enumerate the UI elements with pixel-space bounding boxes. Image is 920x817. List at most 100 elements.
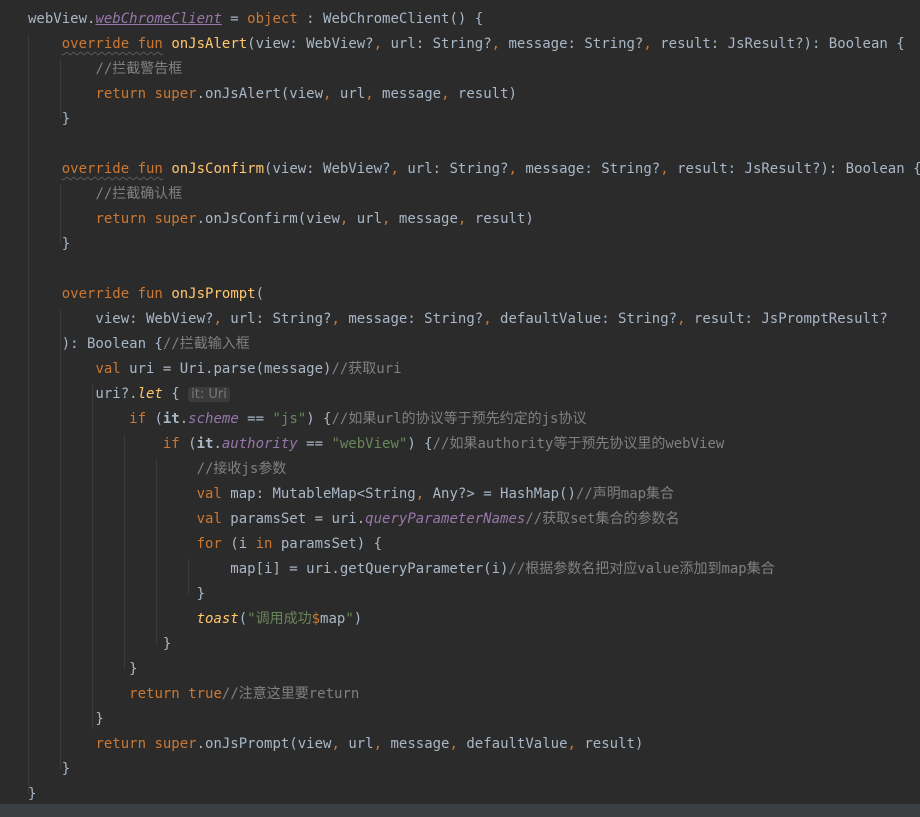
code-token: onJsConfirm — [171, 161, 265, 177]
code-token: message: String? — [500, 36, 644, 52]
code-token: uri?. — [28, 386, 138, 402]
code-line[interactable]: val paramsSet = uri.queryParameterNames/… — [28, 509, 680, 534]
code-token: , — [567, 736, 576, 752]
code-token: //根据参数名把对应value添加到map集合 — [508, 561, 775, 577]
code-token: (view: WebView? — [247, 36, 374, 52]
code-token: "webView" — [331, 436, 408, 452]
code-line[interactable]: //拦截确认框 — [28, 184, 182, 209]
code-token: override fun — [61, 161, 163, 177]
code-line[interactable]: } — [28, 759, 70, 784]
code-token: , — [415, 486, 425, 502]
code-token: return true — [129, 686, 222, 702]
code-line[interactable]: } — [28, 634, 171, 659]
code-line[interactable]: if (it.scheme == "js") {//如果url的协议等于预先约定… — [28, 409, 587, 434]
code-line[interactable]: //拦截警告框 — [28, 59, 182, 84]
code-line[interactable]: //接收js参数 — [28, 459, 287, 484]
code-token: //声明map集合 — [575, 486, 675, 502]
code-editor[interactable]: webView.webChromeClient = object : WebCh… — [0, 0, 920, 817]
code-line[interactable]: return super.onJsPrompt(view, url, messa… — [28, 734, 643, 759]
code-line[interactable]: if (it.authority == "webView") {//如果auth… — [28, 434, 724, 459]
code-line[interactable]: view: WebView?, url: String?, message: S… — [28, 309, 887, 334]
code-token: , — [677, 311, 686, 327]
code-token: .onJsPrompt(view — [196, 736, 332, 752]
code-line[interactable]: toast("调用成功$map") — [28, 609, 363, 634]
code-line[interactable]: return super.onJsConfirm(view, url, mess… — [28, 209, 533, 234]
code-token: //获取uri — [331, 361, 402, 377]
code-line[interactable]: } — [28, 234, 70, 259]
code-token: , — [365, 86, 374, 102]
code-token: authority — [221, 436, 298, 452]
code-token: ) — [353, 611, 363, 627]
code-token: } — [28, 661, 138, 677]
code-line[interactable]: val uri = Uri.parse(message)//获取uri — [28, 359, 402, 384]
code-token: defaultValue: String? — [491, 311, 678, 327]
code-token: uri = Uri.parse(message) — [120, 361, 332, 377]
code-line[interactable]: } — [28, 584, 205, 609]
code-token: url — [348, 211, 383, 227]
code-line[interactable]: ): Boolean {//拦截输入框 — [28, 334, 250, 359]
code-token: object — [247, 11, 298, 27]
code-token: , — [373, 36, 383, 52]
code-token: scheme — [188, 411, 239, 427]
code-token: return super — [95, 86, 197, 102]
code-token: = — [221, 11, 248, 27]
code-token: . — [179, 411, 189, 427]
code-token: , — [213, 311, 222, 327]
code-line[interactable]: webView.webChromeClient = object : WebCh… — [28, 9, 483, 34]
code-token: , — [491, 36, 501, 52]
code-line[interactable]: override fun onJsPrompt( — [28, 284, 264, 309]
code-token: , — [331, 736, 340, 752]
code-token: message: String? — [339, 311, 484, 327]
code-token: result) — [575, 736, 644, 752]
code-token: message — [382, 736, 450, 752]
code-line[interactable]: return true//注意这里要return — [28, 684, 359, 709]
code-line[interactable]: } — [28, 709, 103, 734]
code-line[interactable]: uri?.let { it: Uri — [28, 384, 230, 409]
code-line[interactable]: return super.onJsAlert(view, url, messag… — [28, 84, 517, 109]
code-token: queryParameterNames — [365, 511, 526, 527]
code-line[interactable]: override fun onJsConfirm(view: WebView?,… — [28, 159, 920, 184]
code-token: val — [196, 511, 222, 527]
code-token: (i — [221, 536, 256, 552]
code-token: , — [449, 736, 458, 752]
code-token: == — [297, 436, 332, 452]
code-token: //拦截输入框 — [162, 336, 250, 352]
code-token: //如果url的协议等于预先约定的js协议 — [331, 411, 587, 427]
code-line[interactable]: } — [28, 109, 70, 134]
code-line[interactable]: override fun onJsAlert(view: WebView?, u… — [28, 34, 905, 59]
code-token: ) { — [306, 411, 332, 427]
code-token: , — [390, 161, 399, 177]
code-token: " — [345, 611, 354, 627]
code-token: , — [660, 161, 669, 177]
code-token: , — [508, 161, 517, 177]
code-token: override fun — [61, 286, 163, 302]
code-token: , — [643, 36, 652, 52]
code-token: onJsPrompt — [171, 286, 256, 302]
code-token: { — [162, 386, 189, 402]
type-hint: it: Uri — [188, 387, 230, 402]
code-token: url: String? — [382, 36, 492, 52]
code-token: ) { — [407, 436, 433, 452]
code-token: val — [95, 361, 121, 377]
code-line[interactable]: for (i in paramsSet) { — [28, 534, 382, 559]
code-line[interactable]: } — [28, 659, 138, 684]
code-token: view: WebView? — [28, 311, 214, 327]
code-token: . — [213, 436, 222, 452]
horizontal-scrollbar[interactable] — [0, 804, 920, 817]
code-token: onJsAlert — [171, 36, 248, 52]
code-token: .onJsConfirm(view — [196, 211, 340, 227]
code-token: ( — [179, 436, 197, 452]
code-line[interactable]: val map: MutableMap<String, Any?> = Hash… — [28, 484, 674, 509]
code-token: if — [129, 411, 147, 427]
code-token: } — [28, 636, 172, 652]
code-token: paramsSet) { — [272, 536, 383, 552]
code-token: (view: WebView? — [264, 161, 391, 177]
code-line[interactable]: map[i] = uri.getQueryParameter(i)//根据参数名… — [28, 559, 775, 584]
code-token: } — [28, 586, 206, 602]
